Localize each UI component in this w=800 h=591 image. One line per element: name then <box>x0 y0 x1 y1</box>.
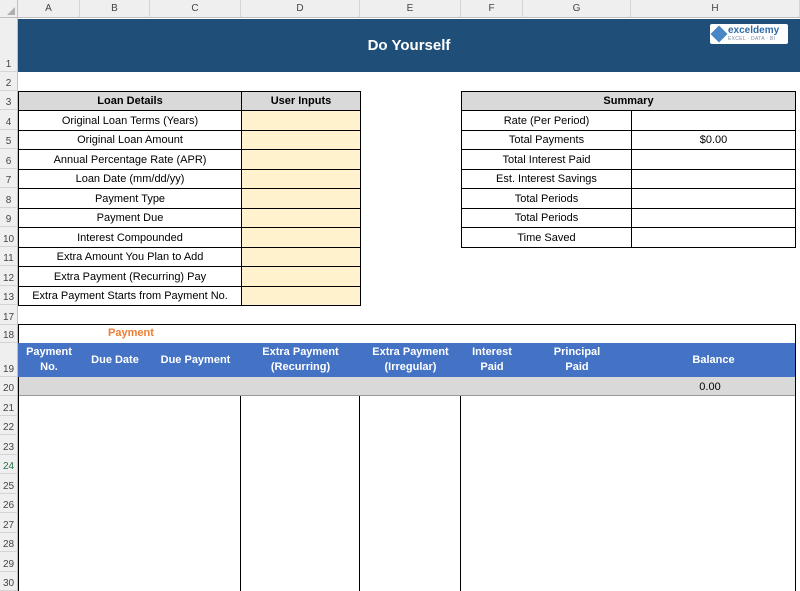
column-header-g[interactable]: G <box>523 0 631 18</box>
column-header-c[interactable]: C <box>150 0 241 18</box>
row-header[interactable]: 21 <box>0 396 18 416</box>
row-header[interactable]: 4 <box>0 110 18 130</box>
sheet-title-band[interactable]: Do Yourself <box>18 19 800 72</box>
loan-input-cell[interactable] <box>241 110 361 131</box>
grid-border <box>240 396 241 591</box>
header-interest-paid[interactable]: Interest Paid <box>461 343 523 377</box>
loan-input-cell[interactable] <box>241 149 361 170</box>
header-balance[interactable]: Balance <box>631 343 796 377</box>
logo-name: exceldemy <box>728 25 780 36</box>
header-payment-no[interactable]: Payment No. <box>18 343 80 377</box>
row-header[interactable]: 6 <box>0 149 18 169</box>
summary-value-cell[interactable] <box>631 169 796 189</box>
summary-value-cell[interactable] <box>631 110 796 131</box>
loan-label-cell[interactable]: Payment Due <box>18 208 242 228</box>
row-header[interactable]: 17 <box>0 305 18 325</box>
summary-label-cell[interactable]: Est. Interest Savings <box>461 169 632 189</box>
row-header[interactable]: 7 <box>0 169 18 188</box>
loan-input-cell[interactable] <box>241 247 361 267</box>
row-header[interactable]: 22 <box>0 416 18 435</box>
user-inputs-header[interactable]: User Inputs <box>241 91 361 111</box>
row-header[interactable]: 8 <box>0 188 18 208</box>
row-header[interactable]: 9 <box>0 208 18 227</box>
row-header[interactable]: 29 <box>0 552 18 572</box>
row-header[interactable]: 11 <box>0 247 18 266</box>
loan-label-cell[interactable]: Original Loan Amount <box>18 130 242 150</box>
grid-border <box>795 324 796 591</box>
summary-label-cell[interactable]: Total Payments <box>461 130 632 150</box>
loan-input-cell[interactable] <box>241 227 361 248</box>
summary-label-cell[interactable]: Total Interest Paid <box>461 149 632 170</box>
grid-border <box>18 377 19 591</box>
column-header-d[interactable]: D <box>241 0 360 18</box>
grid-border <box>359 396 360 591</box>
row-header[interactable]: 13 <box>0 286 18 305</box>
row-header[interactable]: 27 <box>0 513 18 533</box>
loan-label-cell[interactable]: Original Loan Terms (Years) <box>18 110 242 131</box>
column-header-b[interactable]: B <box>80 0 150 18</box>
row-header[interactable]: 5 <box>0 130 18 149</box>
summary-value-cell[interactable] <box>631 188 796 209</box>
summary-value-cell[interactable] <box>631 149 796 170</box>
row-header[interactable]: 20 <box>0 377 18 396</box>
loan-label-cell[interactable]: Annual Percentage Rate (APR) <box>18 149 242 170</box>
loan-input-cell[interactable] <box>241 208 361 228</box>
select-all-corner[interactable] <box>0 0 18 18</box>
logo-icon <box>710 25 728 43</box>
loan-label-cell[interactable]: Extra Payment (Recurring) Pay <box>18 266 242 287</box>
header-due-payment[interactable]: Due Payment <box>150 343 241 377</box>
loan-input-cell[interactable] <box>241 169 361 189</box>
loan-input-cell[interactable] <box>241 188 361 209</box>
payment-section-label[interactable]: Payment <box>108 327 168 341</box>
grid-border <box>460 396 461 591</box>
loan-label-cell[interactable]: Payment Type <box>18 188 242 209</box>
row-header[interactable]: 19 <box>0 343 18 377</box>
column-header-h[interactable]: H <box>631 0 800 18</box>
row-header[interactable]: 25 <box>0 474 18 494</box>
loan-input-cell[interactable] <box>241 286 361 306</box>
row-header[interactable]: 3 <box>0 91 18 110</box>
loan-details-header[interactable]: Loan Details <box>18 91 242 111</box>
summary-header[interactable]: Summary <box>461 91 796 111</box>
column-header-f[interactable]: F <box>461 0 523 18</box>
summary-value-cell[interactable]: $0.00 <box>631 130 796 150</box>
row-header[interactable]: 1 <box>0 18 18 72</box>
loan-label-cell[interactable]: Loan Date (mm/dd/yy) <box>18 169 242 189</box>
row-header[interactable]: 18 <box>0 325 18 343</box>
header-due-date[interactable]: Due Date <box>80 343 150 377</box>
summary-label-cell[interactable]: Total Periods <box>461 208 632 228</box>
header-extra-irregular[interactable]: Extra Payment (Irregular) <box>360 343 461 377</box>
header-principal-paid[interactable]: Principal Paid <box>523 343 631 377</box>
header-extra-recurring[interactable]: Extra Payment (Recurring) <box>241 343 360 377</box>
column-header-e[interactable]: E <box>360 0 461 18</box>
row-header[interactable]: 30 <box>0 572 18 591</box>
loan-label-cell[interactable]: Extra Amount You Plan to Add <box>18 247 242 267</box>
summary-label-cell[interactable]: Total Periods <box>461 188 632 209</box>
row-header[interactable]: 23 <box>0 435 18 455</box>
row-header-active[interactable]: 24 <box>0 455 18 474</box>
summary-label-cell[interactable]: Rate (Per Period) <box>461 110 632 131</box>
sheet-title: Do Yourself <box>367 37 451 54</box>
summary-value-cell[interactable] <box>631 208 796 228</box>
loan-label-cell[interactable]: Interest Compounded <box>18 227 242 248</box>
logo-tagline: EXCEL · DATA · BI <box>728 36 776 42</box>
summary-label-cell[interactable]: Time Saved <box>461 227 632 248</box>
balance-value[interactable]: 0.00 <box>660 378 760 395</box>
row-header[interactable]: 26 <box>0 494 18 513</box>
row-header[interactable]: 28 <box>0 533 18 552</box>
row-header[interactable]: 2 <box>0 72 18 91</box>
loan-input-cell[interactable] <box>241 266 361 287</box>
row-header[interactable]: 12 <box>0 266 18 286</box>
row-header[interactable]: 10 <box>0 227 18 247</box>
loan-input-cell[interactable] <box>241 130 361 150</box>
column-header-a[interactable]: A <box>18 0 80 18</box>
summary-value-cell[interactable] <box>631 227 796 248</box>
loan-label-cell[interactable]: Extra Payment Starts from Payment No. <box>18 286 242 306</box>
exceldemy-logo: exceldemy EXCEL · DATA · BI <box>710 24 788 44</box>
